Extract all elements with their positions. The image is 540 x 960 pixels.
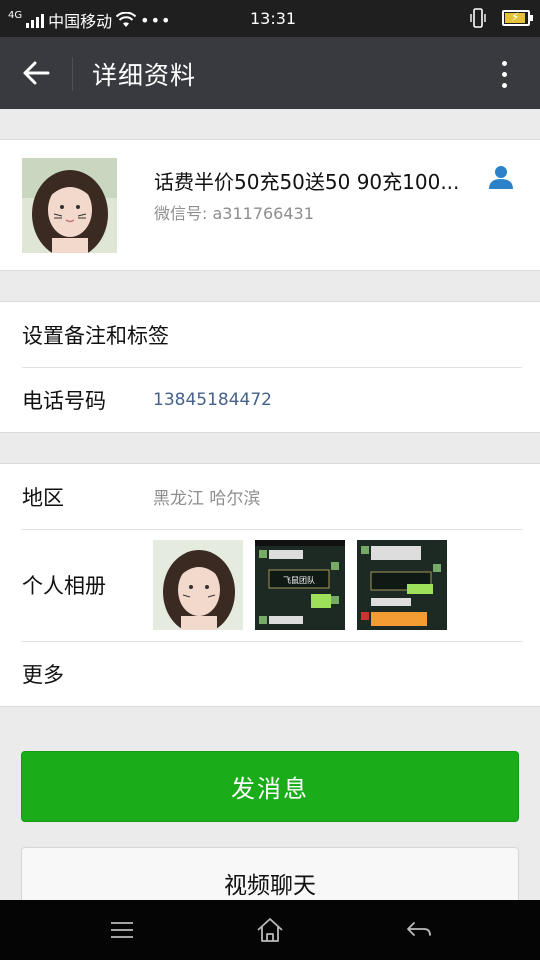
title-divider bbox=[72, 57, 73, 91]
wifi-icon bbox=[116, 12, 137, 27]
home-icon bbox=[257, 918, 283, 942]
more-label: 更多 bbox=[22, 662, 64, 687]
back-icon bbox=[407, 922, 431, 936]
wechat-id: 微信号: a311766431 bbox=[154, 204, 314, 223]
region-value: 黑龙江 哈尔滨 bbox=[153, 489, 261, 509]
home-nav-button[interactable] bbox=[252, 912, 288, 948]
title-bar: 详细资料 bbox=[0, 37, 540, 109]
remark-tags-label: 设置备注和标签 bbox=[22, 323, 169, 348]
more-options-button[interactable] bbox=[486, 53, 522, 95]
album-thumbnail[interactable]: 飞鼠团队 bbox=[255, 540, 345, 630]
page-title: 详细资料 bbox=[92, 61, 197, 90]
system-nav-bar bbox=[0, 900, 540, 960]
region-label: 地区 bbox=[22, 485, 64, 510]
album-thumbnail-caption: 飞鼠团队 bbox=[283, 575, 315, 585]
notification-dots: ••• bbox=[140, 10, 172, 30]
back-arrow-icon bbox=[23, 61, 50, 85]
phone-label: 电话号码 bbox=[22, 388, 106, 413]
battery-icon: ⚡ bbox=[502, 10, 533, 26]
region-row: 地区 黑龙江 哈尔滨 bbox=[0, 464, 540, 529]
album-label: 个人相册 bbox=[22, 574, 106, 598]
phone-number-link[interactable]: 13845184472 bbox=[153, 390, 272, 410]
vibrate-icon bbox=[470, 8, 486, 28]
album-row[interactable]: 个人相册 飞鼠团队 bbox=[0, 529, 540, 641]
send-message-button[interactable]: 发消息 bbox=[21, 751, 519, 822]
album-thumbnails: 飞鼠团队 bbox=[153, 540, 447, 630]
signal-icon bbox=[26, 12, 45, 28]
menu-nav-button[interactable] bbox=[104, 912, 140, 948]
contact-settings-section: 设置备注和标签 电话号码 13845184472 bbox=[0, 301, 540, 433]
album-thumbnail[interactable] bbox=[153, 540, 243, 630]
avatar[interactable] bbox=[22, 158, 117, 253]
carrier-name: 中国移动 bbox=[48, 12, 113, 31]
more-row[interactable]: 更多 bbox=[0, 641, 540, 706]
nickname: 话费半价50充50送50 90充100... bbox=[154, 170, 460, 194]
contact-icon bbox=[489, 166, 513, 189]
status-bar: 4G 中国移动 ••• 13:31 ⚡ bbox=[0, 0, 540, 37]
network-type: 4G bbox=[8, 10, 23, 21]
phone-row[interactable]: 电话号码 13845184472 bbox=[0, 367, 540, 432]
profile-card: 话费半价50充50送50 90充100... 微信号: a311766431 bbox=[0, 139, 540, 271]
back-button[interactable] bbox=[10, 51, 62, 95]
menu-icon bbox=[111, 922, 133, 938]
clock: 13:31 bbox=[250, 9, 297, 28]
profile-details-section: 地区 黑龙江 哈尔滨 个人相册 飞鼠团队 更多 bbox=[0, 463, 540, 707]
remark-tags-row[interactable]: 设置备注和标签 bbox=[0, 302, 540, 367]
album-thumbnail[interactable] bbox=[357, 540, 447, 630]
back-nav-button[interactable] bbox=[401, 912, 437, 948]
